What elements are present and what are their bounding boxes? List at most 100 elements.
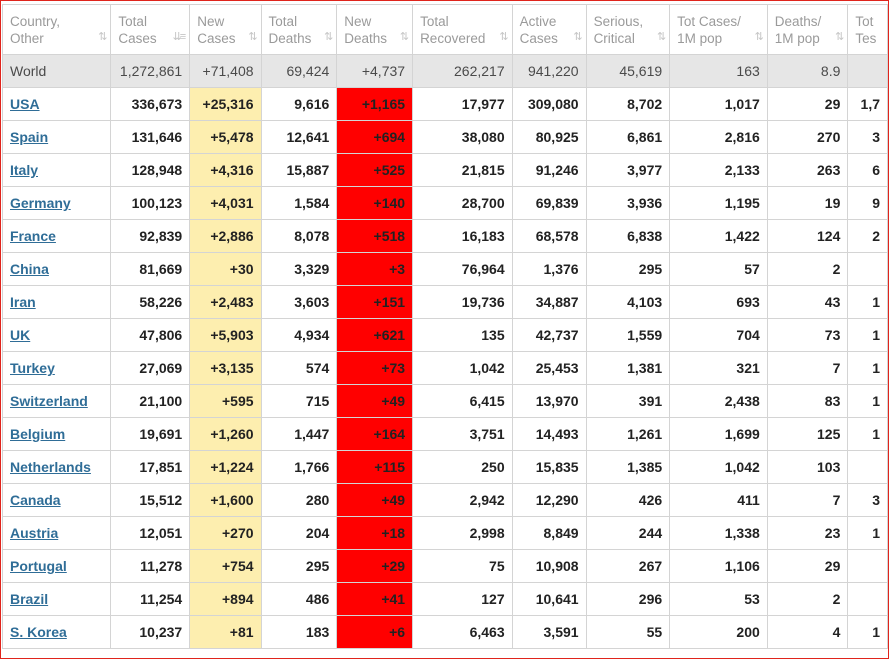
cell-new-cases: +81 <box>189 615 262 649</box>
country-link[interactable]: Turkey <box>10 360 55 376</box>
table-row: France 92,839 +2,886 8,078 +518 16,183 68,578 6… <box>1 219 888 253</box>
column-header-total-cases[interactable]: Total Cases ⇊≡ <box>110 4 191 55</box>
cell-cases-per-million: 200 <box>669 615 768 649</box>
cell-total-cases: 27,069 <box>110 351 191 385</box>
cell-total-tests: 2 <box>847 219 888 253</box>
table-row: Turkey 27,069 +3,135 574 +73 1,042 25,453 1,381… <box>1 351 888 385</box>
cell-total-tests: 1 <box>847 285 888 319</box>
column-header-total-tests[interactable]: Tot Tes <box>847 4 888 55</box>
sort-desc-icon[interactable]: ⇊≡ <box>173 29 187 46</box>
cell-new-deaths: +140 <box>336 186 414 220</box>
cell-deaths-per-million: 263 <box>766 153 849 187</box>
column-header-label: Total <box>420 13 449 29</box>
cell-serious-critical: 1,261 <box>585 417 671 451</box>
cell-country: Canada <box>1 483 112 517</box>
column-header-label: Tot Cases/ <box>677 13 741 29</box>
column-header-total-deaths[interactable]: Total Deaths ⇅ <box>260 4 338 55</box>
cell-cases-per-million: 1,106 <box>669 549 768 583</box>
cell-total-tests: 3 <box>847 483 888 517</box>
cell-cases-per-million: 704 <box>669 318 768 352</box>
column-header-active-cases[interactable]: Active Cases ⇅ <box>511 4 587 55</box>
country-link[interactable]: Austria <box>10 525 58 541</box>
cell-total-deaths: 574 <box>260 351 338 385</box>
column-header-total-recovered[interactable]: Total Recovered ⇅ <box>412 4 513 55</box>
cell-serious-critical: 1,385 <box>585 450 671 484</box>
sort-icon[interactable]: ⇅ <box>499 29 508 46</box>
cell-active-cases: 10,641 <box>511 582 587 616</box>
cell-total-deaths: 3,329 <box>260 252 338 286</box>
cell-total-recovered: 262,217 <box>412 54 513 88</box>
cell-deaths-per-million: 125 <box>766 417 849 451</box>
table-viewport: Country, Other ⇅ Total Cases ⇊≡ New Cases ⇅ Total… <box>0 0 889 659</box>
column-header-label: Serious, <box>593 13 644 29</box>
country-link[interactable]: China <box>10 261 49 277</box>
sort-icon[interactable]: ⇅ <box>835 29 844 46</box>
cell-new-deaths: +1,165 <box>336 87 414 121</box>
sort-icon[interactable]: ⇅ <box>248 29 257 46</box>
cell-total-cases: 12,051 <box>110 516 191 550</box>
country-link[interactable]: Canada <box>10 492 61 508</box>
country-link[interactable]: Belgium <box>10 426 65 442</box>
country-link[interactable]: Italy <box>10 162 38 178</box>
cell-total-deaths: 280 <box>260 483 338 517</box>
sort-icon[interactable]: ⇅ <box>657 29 666 46</box>
country-link[interactable]: Germany <box>10 195 71 211</box>
country-link[interactable]: Portugal <box>10 558 67 574</box>
cell-total-recovered: 75 <box>412 549 513 583</box>
cell-active-cases: 80,925 <box>511 120 587 154</box>
cell-new-cases: +1,224 <box>189 450 262 484</box>
cell-deaths-per-million: 7 <box>766 483 849 517</box>
sort-icon[interactable]: ⇅ <box>400 29 409 46</box>
cell-total-tests: 1 <box>847 318 888 352</box>
column-header-label: Country, <box>10 13 61 29</box>
cell-new-cases: +25,316 <box>189 87 262 121</box>
cell-new-deaths: +151 <box>336 285 414 319</box>
cell-new-cases: +1,260 <box>189 417 262 451</box>
column-header-deaths-per-million[interactable]: Deaths/1M pop ⇅ <box>766 4 849 55</box>
cell-active-cases: 25,453 <box>511 351 587 385</box>
cell-deaths-per-million: 8.9 <box>766 54 849 88</box>
column-header-cases-per-million[interactable]: Tot Cases/1M pop ⇅ <box>669 4 768 55</box>
cell-total-recovered: 3,751 <box>412 417 513 451</box>
cell-serious-critical: 4,103 <box>585 285 671 319</box>
cell-serious-critical: 391 <box>585 384 671 418</box>
cell-active-cases: 91,246 <box>511 153 587 187</box>
cell-serious-critical: 45,619 <box>585 54 671 88</box>
cell-cases-per-million: 2,438 <box>669 384 768 418</box>
country-link[interactable]: Netherlands <box>10 459 91 475</box>
sort-icon[interactable]: ⇅ <box>573 29 582 46</box>
cell-total-recovered: 38,080 <box>412 120 513 154</box>
country-link[interactable]: Switzerland <box>10 393 88 409</box>
cell-country: Spain <box>1 120 112 154</box>
column-header-label: Deaths <box>268 30 312 46</box>
country-link[interactable]: Spain <box>10 129 48 145</box>
cell-total-tests: 1 <box>847 516 888 550</box>
cell-total-cases: 131,646 <box>110 120 191 154</box>
table-row: Germany 100,123 +4,031 1,584 +140 28,700 69,83… <box>1 186 888 220</box>
country-link[interactable]: Iran <box>10 294 36 310</box>
cell-total-cases: 19,691 <box>110 417 191 451</box>
cell-new-cases: +595 <box>189 384 262 418</box>
cell-new-deaths: +6 <box>336 615 414 649</box>
cell-serious-critical: 3,977 <box>585 153 671 187</box>
country-link[interactable]: S. Korea <box>10 624 67 640</box>
cell-serious-critical: 244 <box>585 516 671 550</box>
cell-cases-per-million: 1,017 <box>669 87 768 121</box>
column-header-serious-critical[interactable]: Serious, Critical ⇅ <box>585 4 671 55</box>
cell-cases-per-million: 57 <box>669 252 768 286</box>
cell-new-cases: +30 <box>189 252 262 286</box>
column-header-new-cases[interactable]: New Cases ⇅ <box>189 4 262 55</box>
country-link[interactable]: UK <box>10 327 30 343</box>
country-link[interactable]: Brazil <box>10 591 48 607</box>
cell-total-cases: 1,272,861 <box>110 54 191 88</box>
country-link[interactable]: France <box>10 228 56 244</box>
country-link[interactable]: USA <box>10 96 40 112</box>
sort-icon[interactable]: ⇅ <box>755 29 764 46</box>
cell-total-deaths: 3,603 <box>260 285 338 319</box>
cell-cases-per-million: 163 <box>669 54 768 88</box>
sort-icon[interactable]: ⇅ <box>98 29 107 46</box>
cell-serious-critical: 3,936 <box>585 186 671 220</box>
column-header-new-deaths[interactable]: New Deaths ⇅ <box>336 4 414 55</box>
sort-icon[interactable]: ⇅ <box>324 29 333 46</box>
column-header-country[interactable]: Country, Other ⇅ <box>1 4 112 55</box>
